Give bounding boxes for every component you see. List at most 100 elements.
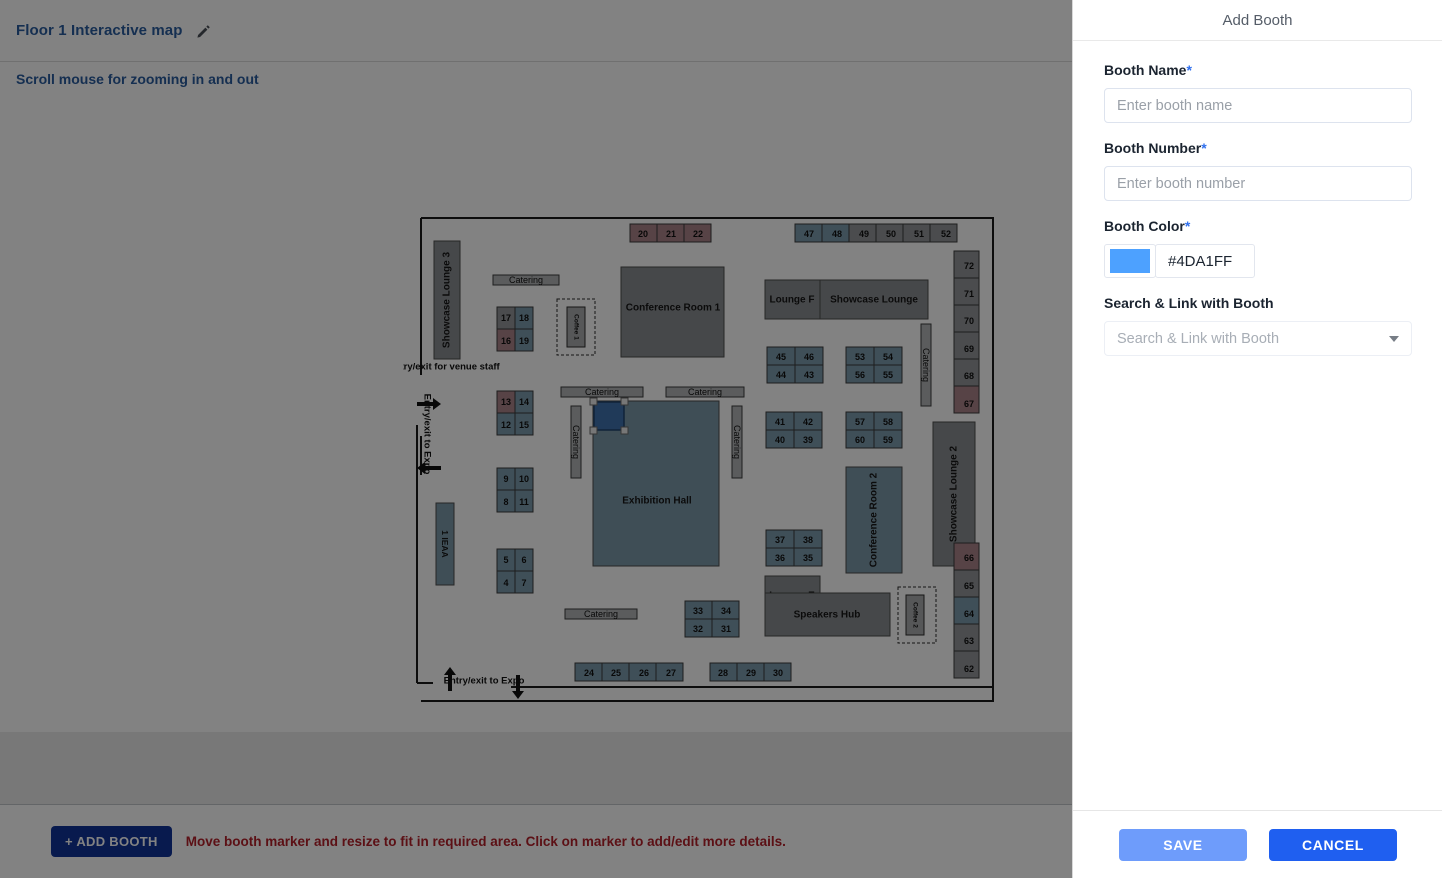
booth-number: 12 — [501, 420, 511, 430]
room-speakers-hub-main[interactable] — [765, 589, 766, 590]
add-booth-button[interactable]: + ADD BOOTH — [51, 826, 172, 857]
booth-number: 44 — [776, 370, 786, 380]
booth-number: 24 — [584, 668, 594, 678]
booth-column-72-67[interactable]: 72 71 70 69 68 67 — [953, 250, 980, 414]
booth-number: 39 — [803, 435, 813, 445]
floor-map[interactable]: .bt{stroke:#3b3b3b;stroke-width:1} .bn{f… — [403, 213, 1001, 707]
booth-name-field-group: Booth Name* — [1104, 62, 1412, 123]
booth-number: 52 — [941, 229, 951, 239]
booth-row-24-27[interactable]: 24 25 26 27 — [574, 662, 684, 682]
booth-number: 15 — [519, 420, 529, 430]
booth-number: 34 — [721, 606, 731, 616]
catering-strip-vertical: Catering — [920, 323, 932, 407]
booth-number: 50 — [886, 229, 896, 239]
booth-color-row: #4DA1FF — [1104, 244, 1411, 278]
booth-number: 10 — [519, 474, 529, 484]
booth-number: 37 — [775, 535, 785, 545]
coffee-label: Coffee 1 — [573, 314, 580, 340]
color-swatch-button[interactable] — [1104, 244, 1156, 278]
booth-number: 42 — [803, 417, 813, 427]
booth-group-top[interactable]: 20 21 22 — [629, 223, 712, 243]
room-lounge-f[interactable]: Lounge F — [764, 279, 821, 320]
chevron-down-icon[interactable] — [1389, 335, 1399, 342]
panel-title: Add Booth — [1222, 11, 1293, 29]
save-button[interactable]: SAVE — [1119, 828, 1247, 861]
map-editor: Floor 1 Interactive map Scroll mouse for… — [0, 0, 1072, 878]
booth-marker-selected[interactable] — [589, 397, 629, 435]
speakers-hub[interactable]: Speakers Hub — [764, 592, 891, 637]
marker-hint-text: Move booth marker and resize to fit in r… — [185, 834, 786, 849]
search-link-select[interactable]: Search & Link with Booth — [1104, 321, 1412, 356]
booth-number-input[interactable] — [1104, 166, 1412, 201]
booth-number: 22 — [693, 229, 703, 239]
room-speakers-hub-box[interactable] — [765, 591, 766, 592]
booth-block-16-19[interactable]: 17 18 16 19 — [496, 306, 534, 352]
map-canvas[interactable]: .bt{stroke:#3b3b3b;stroke-width:1} .bn{f… — [0, 96, 1072, 732]
annotation-entry-exit-expo-bottom: Entry/exit to Expo — [444, 667, 525, 699]
booth-block-43-46[interactable]: 45 46 44 43 — [766, 346, 824, 384]
booth-number: 17 — [501, 313, 511, 323]
room-conference-room-2[interactable]: Conference Room 2 — [845, 466, 903, 574]
required-asterisk: * — [1186, 62, 1192, 78]
catering-strip: Catering — [560, 386, 644, 398]
booth-number: 28 — [718, 668, 728, 678]
cancel-button[interactable]: CANCEL — [1269, 828, 1397, 861]
booth-block-57-60[interactable]: 57 58 60 59 — [845, 411, 903, 449]
booth-column-62-66[interactable]: 66 65 64 63 62 — [953, 542, 980, 679]
add-booth-panel: Add Booth Booth Name* Booth Number* Boot… — [1072, 0, 1442, 878]
booth-block-4-7[interactable]: 5 6 4 7 — [496, 548, 534, 594]
floor-map-svg[interactable]: .bt{stroke:#3b3b3b;stroke-width:1} .bn{f… — [403, 213, 1001, 707]
room-label: 1 IEAA — [440, 530, 450, 557]
catering-label: Catering — [509, 275, 543, 285]
room-label: Showcase Lounge — [830, 295, 918, 306]
catering-strip: Catering — [492, 274, 560, 286]
booth-group-47-52[interactable]: 47 48 49 50 51 52 — [794, 223, 958, 243]
booth-number: 8 — [503, 497, 508, 507]
coffee-label: Coffee 2 — [912, 602, 919, 628]
page-root: Floor 1 Interactive map Scroll mouse for… — [0, 0, 1442, 878]
catering-label: Catering — [921, 348, 931, 382]
booth-name-input[interactable] — [1104, 88, 1412, 123]
zoom-hint-text: Scroll mouse for zooming in and out — [16, 71, 259, 87]
room-showcase-lounge-3[interactable]: Showcase Lounge 3 — [433, 240, 461, 360]
booth-number: 18 — [519, 313, 529, 323]
booth-number: 41 — [775, 417, 785, 427]
booth-number: 27 — [666, 668, 676, 678]
booth-number: 36 — [775, 553, 785, 563]
booth-number: 21 — [666, 229, 676, 239]
booth-block-12-15[interactable]: 13 14 12 15 — [496, 390, 534, 436]
catering-label: Catering — [584, 609, 618, 619]
booth-number: 43 — [804, 370, 814, 380]
booth-block-35-38[interactable]: 37 38 36 35 — [765, 529, 823, 567]
room-1-ieaa[interactable]: 1 IEAA — [435, 502, 455, 586]
booth-block-31-34[interactable]: 33 34 32 31 — [684, 600, 740, 638]
room-conference-room-1[interactable]: Conference Room 1 — [620, 266, 725, 358]
booth-name-label: Booth Name* — [1104, 62, 1411, 78]
panel-body: Booth Name* Booth Number* Booth Color* — [1073, 41, 1442, 356]
resize-handle-sw[interactable] — [589, 426, 598, 435]
room-label: Exhibition Hall — [622, 496, 692, 507]
booth-block-53-56[interactable]: 53 54 56 55 — [845, 346, 903, 384]
room-label: Speakers Hub — [794, 610, 861, 621]
resize-handle-se[interactable] — [620, 426, 629, 435]
booth-number: 9 — [503, 474, 508, 484]
booth-color-field-group: Booth Color* #4DA1FF — [1104, 218, 1411, 278]
booth-number: 48 — [832, 229, 842, 239]
booth-block-39-42[interactable]: 41 42 40 39 — [765, 411, 823, 449]
color-hex-value[interactable]: #4DA1FF — [1155, 244, 1255, 278]
pencil-icon[interactable] — [196, 24, 211, 38]
resize-handle-ne[interactable] — [620, 397, 629, 406]
booth-row-28-30[interactable]: 28 29 30 — [709, 662, 792, 682]
required-asterisk: * — [1184, 218, 1191, 234]
page-title: Floor 1 Interactive map — [16, 22, 183, 39]
room-label: Showcase Lounge 3 — [442, 251, 453, 348]
booth-number: 67 — [964, 399, 974, 409]
room-showcase-lounge[interactable]: Showcase Lounge — [819, 279, 929, 320]
resize-handle-nw[interactable] — [589, 397, 598, 406]
booth-block-8-11[interactable]: 9 10 8 11 — [496, 467, 534, 513]
booth-number: 38 — [803, 535, 813, 545]
booth-number: 32 — [693, 624, 703, 634]
catering-label: Catering — [688, 387, 722, 397]
room-label: Conference Room 2 — [869, 472, 880, 567]
booth-number: 11 — [519, 497, 529, 507]
